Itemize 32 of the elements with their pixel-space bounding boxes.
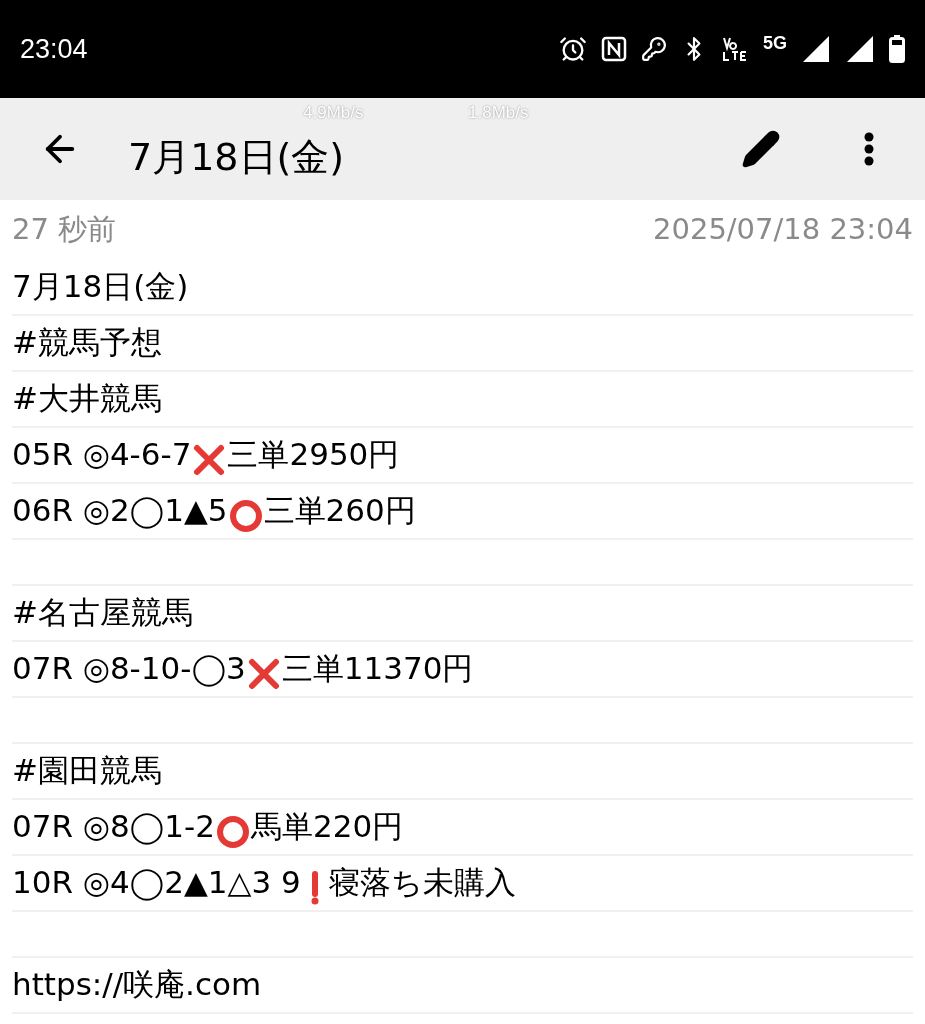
- circle-mark-icon: [214, 813, 251, 850]
- alarm-icon: [559, 35, 587, 63]
- nfc-icon: [601, 36, 627, 62]
- network-type: 5G: [763, 31, 787, 55]
- more-vertical-icon: [864, 132, 874, 166]
- link[interactable]: https://咲庵.com: [12, 961, 262, 1008]
- note-text: 7月18日(金): [12, 267, 189, 306]
- note-text: 三単260円: [263, 491, 416, 530]
- note-text: 06R ◎2◯1▲5: [12, 491, 228, 531]
- note-text: 三単11370円: [281, 649, 474, 688]
- note-text: 07R ◎8-10-◯3: [12, 649, 246, 689]
- timestamp: 2025/07/18 23:04: [653, 211, 913, 248]
- note-text: #大井競馬: [12, 379, 162, 418]
- pencil-icon: [741, 129, 781, 169]
- note-text: 10R ◎4◯2▲1△3 9: [12, 863, 301, 903]
- note-text: 馬単220円: [250, 807, 404, 846]
- circle-mark-icon: [227, 497, 264, 534]
- app-bar-title: 7月18日(金): [128, 138, 345, 176]
- status-time: 23:04: [20, 32, 88, 66]
- key-icon: [641, 36, 667, 62]
- note-text: 07R ◎8◯1-2: [12, 807, 215, 847]
- note-text: 05R ◎4-6-7: [12, 435, 192, 474]
- note-text: #園田競馬: [12, 751, 162, 790]
- note-text: 三単2950円: [227, 435, 400, 474]
- signal-icon: [801, 34, 831, 64]
- note-text: #競馬予想: [12, 323, 162, 362]
- volte-icon: [721, 35, 749, 63]
- signal-icon: [845, 34, 875, 64]
- note-text: 寝落ち未購入: [328, 863, 516, 902]
- battery-icon: [889, 35, 905, 63]
- relative-time: 27 秒前: [12, 211, 117, 248]
- note-text: #名古屋競馬: [12, 593, 193, 632]
